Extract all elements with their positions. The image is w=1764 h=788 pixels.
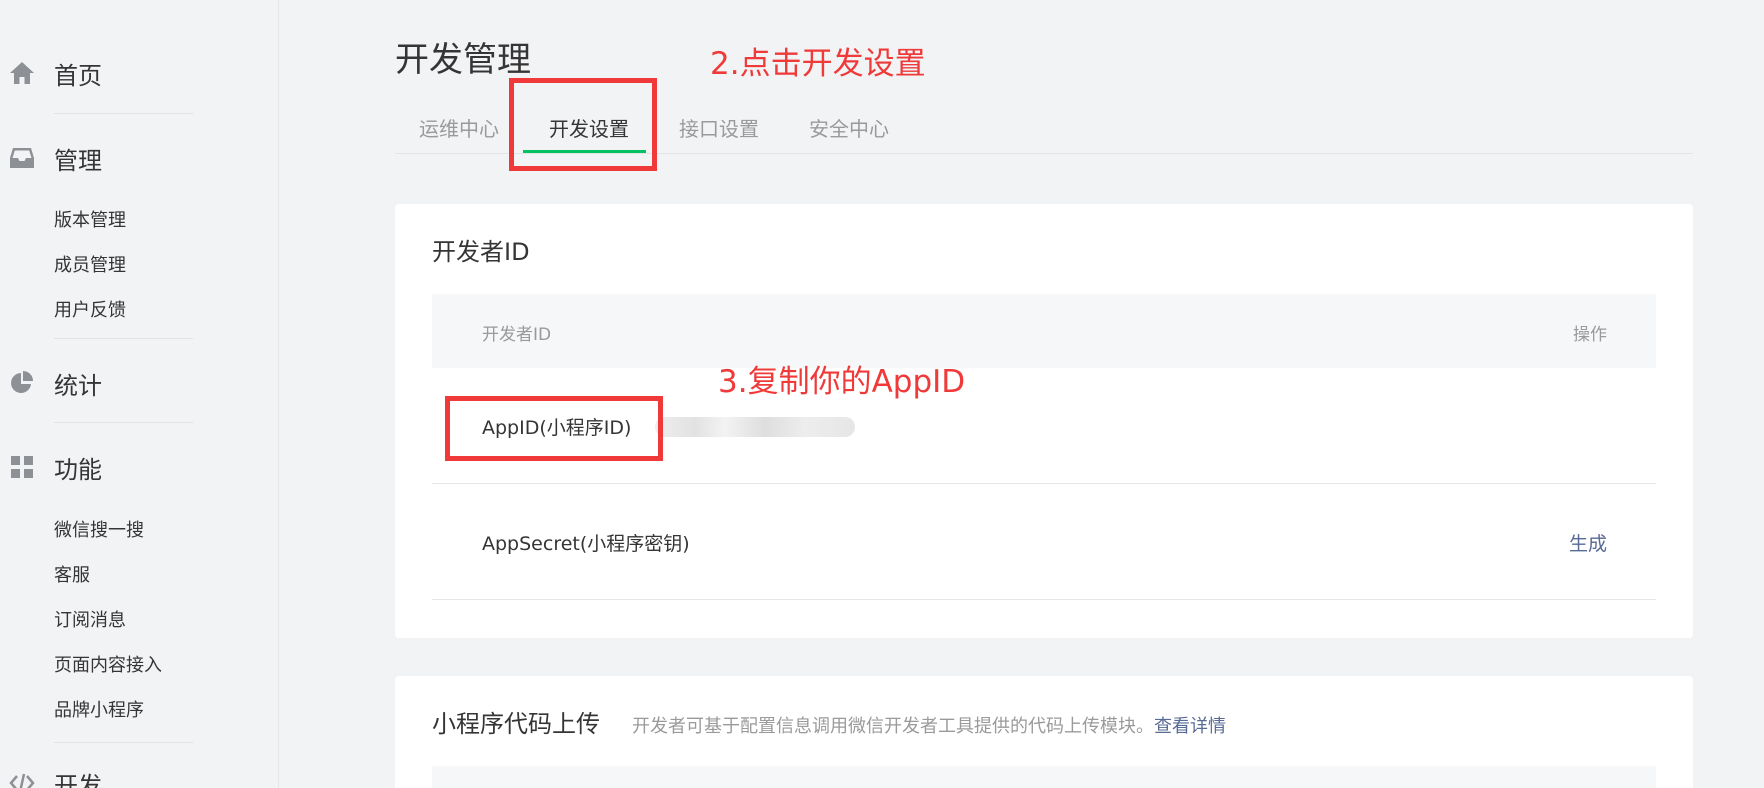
table-header: 开发者ID 操作 — [432, 294, 1656, 368]
annotation-box-tab — [509, 78, 657, 171]
tab-api-settings[interactable]: 接口设置 — [679, 113, 759, 142]
nav-divider — [54, 113, 193, 114]
annotation-step2: 2.点击开发设置 — [710, 46, 926, 82]
nav-home[interactable]: 首页 — [0, 53, 279, 93]
annotation-step3: 3.复制你的AppID — [718, 364, 966, 400]
sidebar-item-service[interactable]: 客服 — [54, 561, 90, 587]
code-upload-table-header — [432, 766, 1656, 788]
nav-home-label: 首页 — [54, 61, 102, 90]
sidebar: 首页 管理 版本管理 成员管理 用户反馈 统计 功能 微信搜一搜 客服 订阅消息… — [0, 0, 279, 788]
nav-stats[interactable]: 统计 — [0, 363, 279, 403]
appsecret-label: AppSecret(小程序密钥) — [482, 533, 690, 555]
appid-value-masked[interactable] — [655, 417, 855, 437]
generate-secret-link[interactable]: 生成 — [1569, 529, 1607, 556]
nav-divider — [54, 742, 193, 743]
sidebar-item-version[interactable]: 版本管理 — [54, 206, 126, 232]
nav-manage[interactable]: 管理 — [0, 138, 279, 178]
code-upload-title: 小程序代码上传 — [432, 710, 600, 738]
inbox-icon — [9, 145, 35, 171]
code-upload-description-text: 开发者可基于配置信息调用微信开发者工具提供的代码上传模块。 — [632, 716, 1154, 737]
nav-divider — [54, 338, 193, 339]
code-upload-card: 小程序代码上传 开发者可基于配置信息调用微信开发者工具提供的代码上传模块。查看详… — [395, 676, 1693, 788]
sidebar-item-page-content[interactable]: 页面内容接入 — [54, 651, 162, 677]
nav-dev-label: 开发 — [54, 771, 102, 788]
nav-features-label: 功能 — [54, 455, 102, 484]
annotation-box-appid — [445, 396, 663, 461]
nav-dev[interactable]: 开发 — [0, 763, 279, 788]
sidebar-item-brand[interactable]: 品牌小程序 — [54, 696, 144, 722]
nav-features[interactable]: 功能 — [0, 447, 279, 487]
column-header-name: 开发者ID — [482, 325, 552, 345]
nav-divider — [54, 422, 193, 423]
view-details-link[interactable]: 查看详情 — [1154, 716, 1226, 737]
home-icon — [9, 60, 35, 86]
sidebar-item-feedback[interactable]: 用户反馈 — [54, 296, 126, 322]
nav-manage-label: 管理 — [54, 146, 102, 175]
page-title: 开发管理 — [395, 40, 531, 80]
developer-id-title: 开发者ID — [432, 238, 530, 266]
grid-icon — [9, 454, 35, 480]
code-upload-description: 开发者可基于配置信息调用微信开发者工具提供的代码上传模块。查看详情 — [632, 712, 1226, 738]
code-icon — [9, 770, 35, 788]
column-header-action: 操作 — [1573, 325, 1607, 345]
sidebar-item-members[interactable]: 成员管理 — [54, 251, 126, 277]
pie-chart-icon — [9, 370, 35, 396]
tab-ops-center[interactable]: 运维中心 — [419, 113, 499, 142]
sidebar-item-search[interactable]: 微信搜一搜 — [54, 516, 144, 542]
nav-stats-label: 统计 — [54, 371, 102, 400]
tab-security-center[interactable]: 安全中心 — [809, 113, 889, 142]
sidebar-item-subscribe[interactable]: 订阅消息 — [54, 606, 126, 632]
table-row-appsecret: AppSecret(小程序密钥) 生成 — [432, 484, 1656, 600]
